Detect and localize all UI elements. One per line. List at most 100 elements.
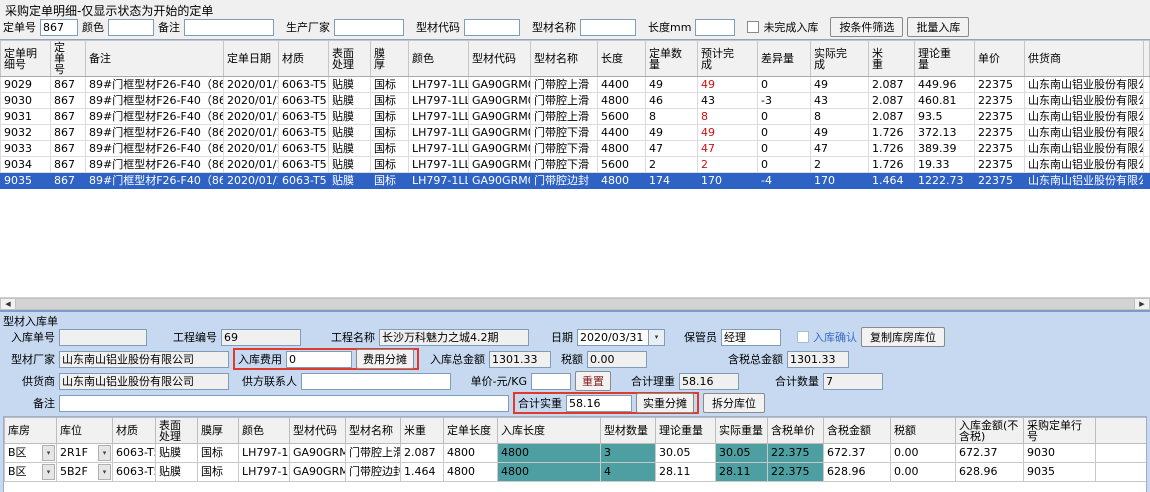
- cell-order[interactable]: 867: [51, 109, 86, 125]
- order-row[interactable]: 903486789#门框型材F26-F40（866+867）2020/01/13…: [1, 157, 1150, 173]
- unfinished-checkbox[interactable]: [747, 21, 759, 33]
- stock-in-row[interactable]: B区▾5B2F▾6063-T5贴膜国标LH797-1LL0GA90GRM05门带…: [5, 463, 1148, 482]
- cell-surface[interactable]: 贴膜: [156, 463, 198, 482]
- cell-material[interactable]: 6063-T5: [279, 93, 329, 109]
- cell-film[interactable]: 国标: [371, 109, 409, 125]
- cell-actual[interactable]: 8: [811, 109, 869, 125]
- cell-film[interactable]: 国标: [371, 141, 409, 157]
- fee-input[interactable]: [286, 351, 352, 368]
- cell-date[interactable]: 2020/01/13: [224, 109, 279, 125]
- cell-expected[interactable]: 170: [698, 173, 758, 189]
- cell-warehouse[interactable]: B区▾: [5, 463, 57, 482]
- cell-mweight[interactable]: 1.726: [869, 141, 915, 157]
- cell-code[interactable]: GA90GRM04: [469, 125, 531, 141]
- cell-film[interactable]: 国标: [371, 173, 409, 189]
- cell-id[interactable]: 9035: [1, 173, 51, 189]
- total-quantity-input[interactable]: [823, 373, 883, 390]
- order-grid-hscrollbar[interactable]: ◀ ▶: [0, 297, 1150, 310]
- cell-film[interactable]: 国标: [371, 157, 409, 173]
- note-input[interactable]: [59, 395, 509, 412]
- unit-price-input[interactable]: [531, 373, 571, 390]
- total-with-tax-input[interactable]: [787, 351, 849, 368]
- keeper-input[interactable]: [721, 329, 781, 346]
- cell-remark[interactable]: 89#门框型材F26-F40（866+867）: [86, 77, 224, 93]
- cell-warehouse[interactable]: B区▾: [5, 444, 57, 463]
- order-row[interactable]: 902986789#门框型材F26-F40（866+867）2020/01/13…: [1, 77, 1150, 93]
- combo-dropdown-icon[interactable]: ▾: [98, 464, 111, 480]
- cell-supplier[interactable]: 山东南山铝业股份有限公司: [1025, 173, 1144, 189]
- remark-filter-input[interactable]: [184, 19, 274, 36]
- total-theory-weight-input[interactable]: [679, 373, 739, 390]
- cell-actual[interactable]: 170: [811, 173, 869, 189]
- cell-qty[interactable]: 49: [646, 77, 698, 93]
- cell-tax[interactable]: 0.00: [891, 444, 956, 463]
- cell-order[interactable]: 867: [51, 141, 86, 157]
- cell-length[interactable]: 4800: [598, 173, 646, 189]
- cell-id[interactable]: 9032: [1, 125, 51, 141]
- combo-dropdown-icon[interactable]: ▾: [42, 464, 55, 480]
- order-row[interactable]: 903186789#门框型材F26-F40（866+867）2020/01/13…: [1, 109, 1150, 125]
- cell-material[interactable]: 6063-T5: [279, 141, 329, 157]
- cell-expected[interactable]: 2: [698, 157, 758, 173]
- cell-name[interactable]: 门带腔上滑: [531, 109, 598, 125]
- cell-code[interactable]: GA90GRM03: [469, 77, 531, 93]
- cell-actual[interactable]: 49: [811, 77, 869, 93]
- project-name-input[interactable]: [379, 329, 529, 346]
- cell-material[interactable]: 6063-T5: [279, 125, 329, 141]
- cell-order_length[interactable]: 4800: [444, 463, 498, 482]
- cell-date[interactable]: 2020/01/13: [224, 173, 279, 189]
- cell-diff[interactable]: 0: [758, 77, 811, 93]
- total-amount-input[interactable]: [489, 351, 551, 368]
- cell-length[interactable]: 5600: [598, 109, 646, 125]
- cell-tax_price[interactable]: 22.375: [768, 463, 824, 482]
- cell-amount_no_tax[interactable]: 628.96: [956, 463, 1024, 482]
- cell-tax_price[interactable]: 22.375: [768, 444, 824, 463]
- cell-color[interactable]: LH797-1LL0: [409, 77, 469, 93]
- cell-location[interactable]: 5B2F▾: [57, 463, 113, 482]
- cell-in_length[interactable]: 4800: [498, 444, 601, 463]
- filter-by-condition-button[interactable]: 按条件筛选: [830, 17, 903, 37]
- cell-name[interactable]: 门带腔边封: [346, 463, 401, 482]
- cell-surface[interactable]: 贴膜: [156, 444, 198, 463]
- cell-expected[interactable]: 47: [698, 141, 758, 157]
- cell-remark[interactable]: 89#门框型材F26-F40（866+867）: [86, 93, 224, 109]
- cell-actual_weight[interactable]: 28.11: [716, 463, 768, 482]
- factory-input[interactable]: [59, 351, 229, 368]
- cell-qty[interactable]: 3: [601, 444, 656, 463]
- cell-tweight[interactable]: 460.81: [915, 93, 975, 109]
- cell-diff[interactable]: 0: [758, 141, 811, 157]
- cell-film[interactable]: 国标: [371, 77, 409, 93]
- cell-code[interactable]: GA90GRM03: [469, 109, 531, 125]
- cell-actual[interactable]: 49: [811, 125, 869, 141]
- cell-length[interactable]: 4400: [598, 125, 646, 141]
- cell-tax_amount[interactable]: 628.96: [824, 463, 891, 482]
- cell-color[interactable]: LH797-1LL0: [409, 141, 469, 157]
- cell-theory_weight[interactable]: 28.11: [656, 463, 716, 482]
- cell-supplier[interactable]: 山东南山铝业股份有限公司: [1025, 125, 1144, 141]
- cell-location[interactable]: 2R1F▾: [57, 444, 113, 463]
- order-row[interactable]: 903086789#门框型材F26-F40（866+867）2020/01/13…: [1, 93, 1150, 109]
- cell-tweight[interactable]: 372.13: [915, 125, 975, 141]
- cell-date[interactable]: 2020/01/13: [224, 93, 279, 109]
- cell-material[interactable]: 6063-T5: [279, 77, 329, 93]
- cell-surface[interactable]: 贴膜: [329, 173, 371, 189]
- cell-supplier[interactable]: 山东南山铝业股份有限公司: [1025, 157, 1144, 173]
- cell-remark[interactable]: 89#门框型材F26-F40（866+867）: [86, 173, 224, 189]
- cell-mweight[interactable]: 1.726: [869, 157, 915, 173]
- contact-input[interactable]: [301, 373, 451, 390]
- copy-warehouse-location-button[interactable]: 复制库房库位: [861, 327, 945, 347]
- cell-supplier[interactable]: 山东南山铝业股份有限公司: [1025, 141, 1144, 157]
- cell-material[interactable]: 6063-T5: [113, 463, 156, 482]
- cell-order_length[interactable]: 4800: [444, 444, 498, 463]
- cell-name[interactable]: 门带腔下滑: [531, 157, 598, 173]
- cell-surface[interactable]: 贴膜: [329, 141, 371, 157]
- cell-surface[interactable]: 贴膜: [329, 109, 371, 125]
- cell-length[interactable]: 4400: [598, 77, 646, 93]
- cell-name[interactable]: 门带腔边封: [531, 173, 598, 189]
- cell-qty[interactable]: 8: [646, 109, 698, 125]
- project-no-input[interactable]: [221, 329, 301, 346]
- cell-tax[interactable]: 0.00: [891, 463, 956, 482]
- cell-id[interactable]: 9033: [1, 141, 51, 157]
- cell-po_line[interactable]: 9035: [1024, 463, 1096, 482]
- cell-po_line[interactable]: 9030: [1024, 444, 1096, 463]
